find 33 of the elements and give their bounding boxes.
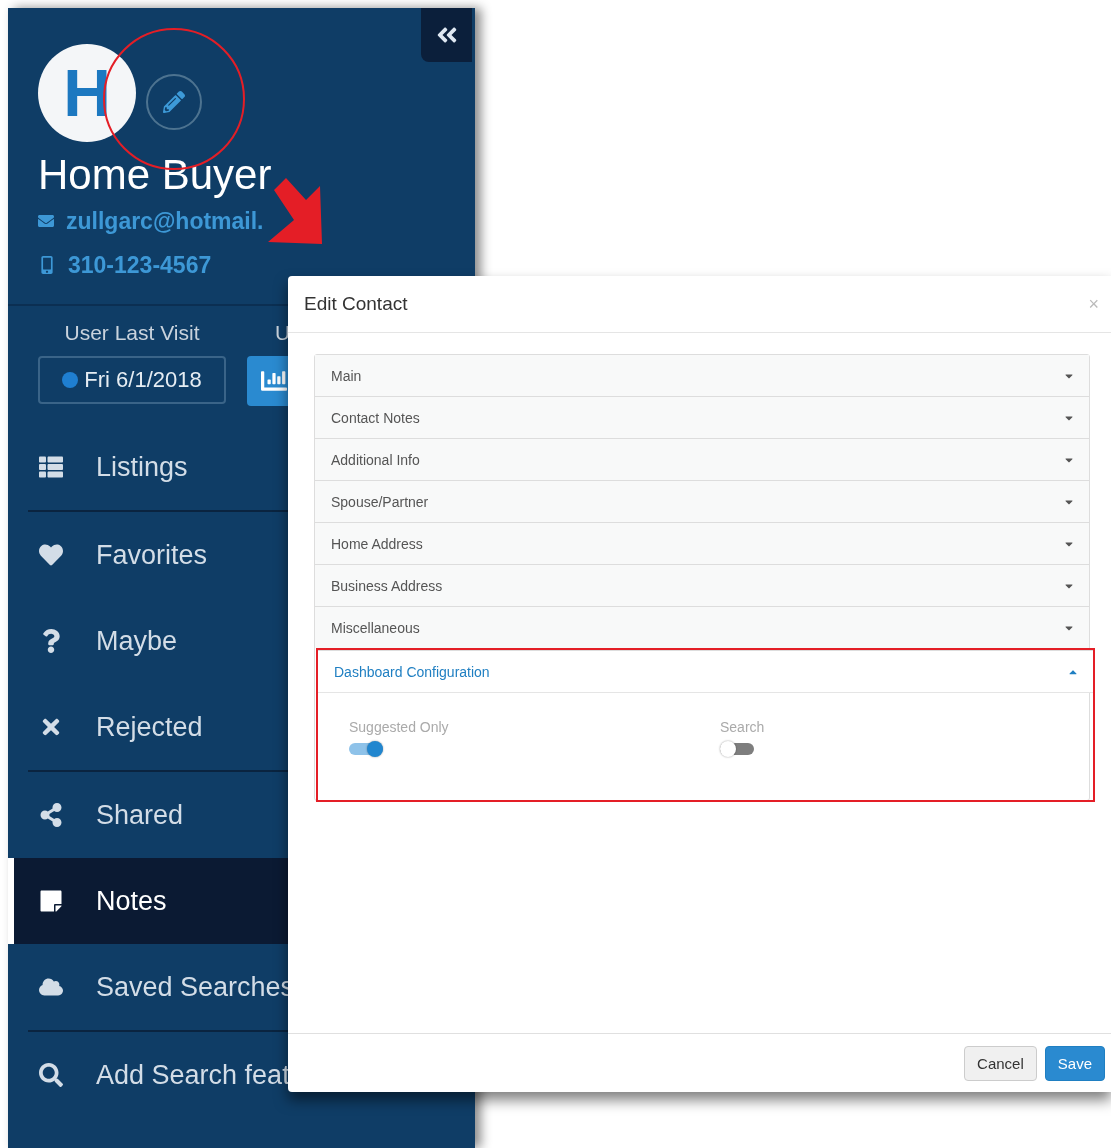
envelope-icon [38, 213, 54, 229]
nav-item[interactable]: Add Search feat [8, 1032, 475, 1118]
share-icon [39, 803, 63, 827]
contact-name: Home Buyer [38, 151, 273, 199]
stat-label: User Last Visit [64, 320, 200, 346]
accordion-header[interactable]: Business Address [315, 564, 1089, 606]
heart-icon [39, 543, 63, 567]
accordion-header[interactable]: Home Address [315, 522, 1089, 564]
collapse-button[interactable] [421, 8, 472, 62]
list-icon [39, 455, 63, 479]
accordion-header[interactable]: Spouse/Partner [315, 480, 1089, 522]
toggle-label: Search [720, 719, 766, 735]
dialog-title: Edit Contact [304, 293, 408, 315]
toggle-switch[interactable] [349, 741, 383, 757]
accordion-header[interactable]: Dashboard Configuration [318, 650, 1093, 692]
toggle-label: Suggested Only [349, 719, 450, 735]
accordion-header[interactable]: Additional Info [315, 438, 1089, 480]
date-text: Fri 6/1/2018 [84, 367, 202, 393]
phone-icon [38, 256, 56, 274]
accordion-header[interactable]: Contact Notes [315, 396, 1089, 438]
nav-item[interactable]: Shared [8, 772, 475, 858]
edit-button[interactable] [146, 74, 202, 130]
phone-link[interactable]: 310-123-4567 [68, 251, 212, 279]
pencil-icon [163, 91, 185, 113]
accordion-header[interactable]: Miscellaneous [315, 606, 1089, 648]
status-dot [62, 372, 79, 388]
save-button[interactable]: Save [1044, 1045, 1105, 1081]
accordion-header[interactable]: Main [315, 355, 1089, 396]
search-icon [39, 1063, 63, 1087]
email-link[interactable]: zullgarc@hotmail. [66, 207, 264, 235]
toggle-switch[interactable] [720, 741, 754, 757]
cancel-button[interactable]: Cancel [964, 1045, 1037, 1081]
note-icon [39, 889, 63, 913]
